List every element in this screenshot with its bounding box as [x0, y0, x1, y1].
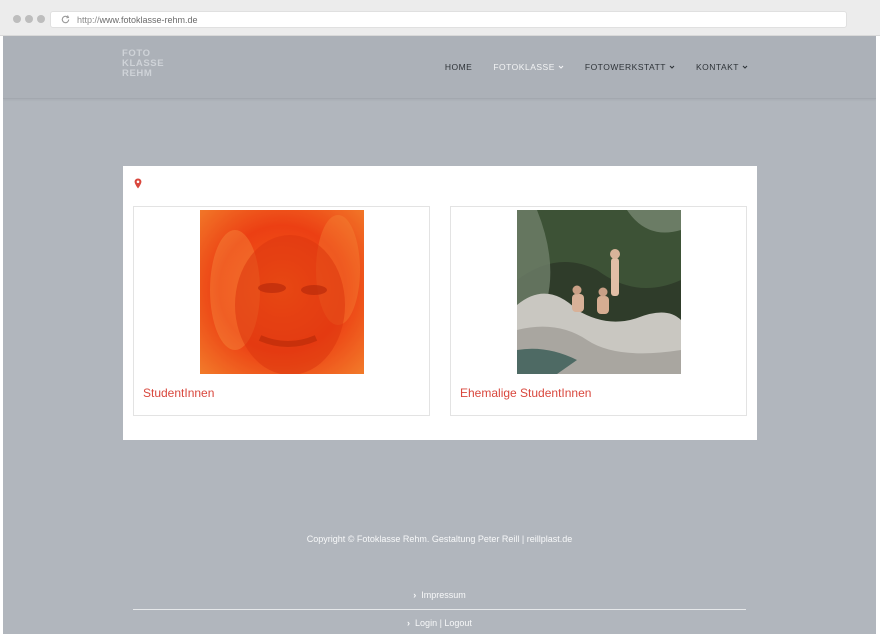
nav-item-label: HOME [444, 62, 473, 72]
reload-icon[interactable] [60, 14, 71, 25]
footer-divider [133, 609, 746, 610]
url-prefix: http:// [77, 15, 100, 25]
nav-item-label: FOTOKLASSE [493, 62, 555, 72]
chevron-right-icon: › [413, 590, 417, 600]
browser-chrome: http://www.fotoklasse-rehm.de [0, 0, 880, 36]
address-bar[interactable]: http://www.fotoklasse-rehm.de [50, 11, 847, 28]
window-controls [13, 15, 45, 23]
minimize-window-dot[interactable] [25, 15, 33, 23]
url-host: www.fotoklasse-rehm.de [99, 15, 198, 25]
chevron-down-icon [669, 65, 675, 69]
content-card: StudentInnen Ehemalige StudentInnen [123, 166, 757, 440]
impressum-link[interactable]: › Impressum [3, 590, 876, 600]
chevron-down-icon [742, 65, 748, 69]
nav-item-fotowerkstatt[interactable]: FOTOWERKSTATT [585, 62, 675, 72]
tile-studentinnen[interactable]: StudentInnen [133, 206, 430, 416]
address-url[interactable]: http://www.fotoklasse-rehm.de [77, 14, 198, 26]
web-page: FOTO KLASSE REHM HOME FOTOKLASSE FOTOWER… [3, 36, 876, 634]
nav-item-label: KONTAKT [695, 62, 739, 72]
tile-ehemalige-studentinnen[interactable]: Ehemalige StudentInnen [450, 206, 747, 416]
logo-line-3: REHM [122, 68, 153, 79]
studentinnen-photo[interactable] [200, 210, 364, 374]
nav-item-label: FOTOWERKSTATT [584, 62, 666, 72]
nav-item-fotoklasse[interactable]: FOTOKLASSE [493, 62, 564, 72]
map-pin-icon [134, 178, 142, 189]
tile-label-ehemalige-studentinnen[interactable]: Ehemalige StudentInnen [460, 386, 591, 400]
chevron-right-icon: › [407, 618, 411, 628]
close-window-dot[interactable] [13, 15, 21, 23]
zoom-window-dot[interactable] [37, 15, 45, 23]
main-nav: HOME FOTOKLASSE FOTOWERKSTATT KONTAKT [445, 62, 748, 72]
nav-item-home[interactable]: HOME [445, 62, 473, 72]
site-header: FOTO KLASSE REHM HOME FOTOKLASSE FOTOWER… [3, 36, 876, 99]
chevron-down-icon [558, 65, 564, 69]
ehemalige-photo[interactable] [517, 210, 681, 374]
nav-item-kontakt[interactable]: KONTAKT [696, 62, 748, 72]
site-logo[interactable]: FOTO KLASSE REHM [122, 49, 164, 79]
impressum-label: Impressum [421, 590, 466, 600]
footer-copyright: Copyright © Fotoklasse Rehm. Gestaltung … [306, 534, 573, 544]
login-label: Login | Logout [415, 618, 472, 628]
tile-label-studentinnen[interactable]: StudentInnen [143, 386, 214, 400]
login-link[interactable]: › Login | Logout [3, 618, 876, 628]
